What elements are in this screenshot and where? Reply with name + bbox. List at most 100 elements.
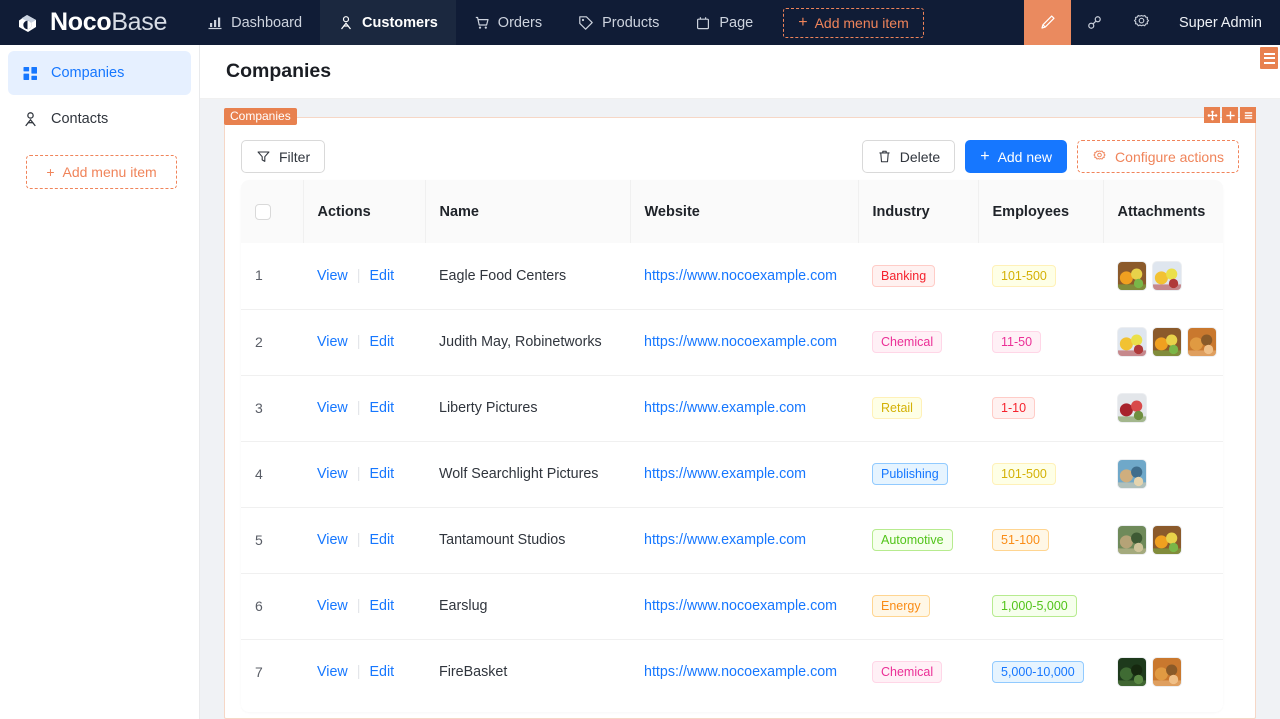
- edit-link[interactable]: Edit: [369, 598, 394, 614]
- cell-actions: View | Edit: [303, 507, 425, 574]
- cell-name: Judith May, Robinetworks: [425, 309, 630, 376]
- cell-website: https://www.example.com: [630, 507, 858, 574]
- cell-attachments: [1103, 375, 1223, 442]
- top-header: NocoBase Dashboard Customers Orders Prod…: [0, 0, 1280, 45]
- edit-link[interactable]: Edit: [369, 400, 394, 416]
- configure-actions-label: Configure actions: [1115, 148, 1224, 165]
- nav-item-customers[interactable]: Customers: [320, 0, 456, 45]
- attachment-list: [1117, 657, 1209, 688]
- cell-row-number: 2: [241, 309, 303, 376]
- table-row[interactable]: 5 View | Edit Tantamount Studios https://www.…: [241, 507, 1223, 574]
- add-menu-item-sidebar-button[interactable]: + Add menu item: [26, 155, 177, 189]
- table-row[interactable]: 2 View | Edit Judith May, Robinetworks https:…: [241, 309, 1223, 376]
- cell-row-number: 7: [255, 663, 263, 680]
- th-industry: Industry: [858, 180, 979, 243]
- plus-icon: +: [46, 164, 55, 180]
- plus-icon[interactable]: [1222, 107, 1238, 123]
- website-link[interactable]: https://www.nocoexample.com: [644, 664, 837, 680]
- attachment-thumbnail[interactable]: [1117, 260, 1147, 291]
- edit-link[interactable]: Edit: [369, 466, 394, 482]
- edit-link[interactable]: Edit: [369, 334, 394, 350]
- website-link[interactable]: https://www.example.com: [644, 466, 806, 482]
- view-link[interactable]: View: [317, 532, 348, 548]
- nav-item-orders[interactable]: Orders: [456, 0, 560, 45]
- website-link[interactable]: https://www.nocoexample.com: [644, 598, 837, 614]
- drag-move-icon[interactable]: [1204, 107, 1220, 123]
- industry-tag: Banking: [872, 264, 936, 287]
- attachment-thumbnail[interactable]: [1152, 327, 1182, 357]
- website-link[interactable]: https://www.example.com: [644, 400, 806, 416]
- user-menu[interactable]: Super Admin: [1165, 0, 1280, 45]
- ui-editor-pen-icon[interactable]: [1023, 0, 1071, 45]
- attachment-thumbnail[interactable]: [1117, 657, 1147, 688]
- cell-website: https://www.nocoexample.com: [630, 573, 858, 640]
- sidebar-item-companies[interactable]: Companies: [8, 51, 191, 95]
- attachment-thumbnail[interactable]: [1152, 657, 1182, 688]
- cell-attachments: [1103, 309, 1223, 376]
- attachment-thumbnail[interactable]: [1152, 525, 1182, 555]
- filter-button[interactable]: Filter: [241, 140, 326, 173]
- action-separator: |: [356, 532, 361, 548]
- employees-tag: 101-500: [992, 264, 1056, 287]
- table-row[interactable]: 3 View | Edit Liberty Pictures https://www.ex…: [241, 375, 1223, 442]
- main-content: Companies Companies Filter Delete + Add …: [200, 45, 1280, 719]
- website-link[interactable]: https://www.nocoexample.com: [644, 268, 837, 284]
- plus-icon: +: [798, 13, 808, 31]
- industry-tag: Publishing: [872, 463, 948, 485]
- cell-employees: 101-500: [978, 441, 1103, 508]
- attachment-list: [1117, 525, 1209, 555]
- page-designer-menu-icon[interactable]: [1260, 47, 1278, 69]
- view-link[interactable]: View: [317, 664, 348, 680]
- configure-actions-button[interactable]: Configure actions: [1077, 140, 1239, 173]
- attachment-thumbnail[interactable]: [1117, 459, 1147, 489]
- page-header: Companies: [200, 45, 1280, 99]
- menu-icon[interactable]: [1240, 107, 1256, 123]
- cell-website: https://www.example.com: [630, 441, 858, 508]
- attachment-thumbnail[interactable]: [1117, 525, 1147, 555]
- cell-industry: Automotive: [858, 507, 978, 574]
- layout-icon: [697, 16, 710, 29]
- view-link[interactable]: View: [317, 400, 348, 416]
- edit-link[interactable]: Edit: [369, 664, 394, 680]
- edit-link[interactable]: Edit: [369, 268, 394, 284]
- table-row[interactable]: 4 View | Edit Wolf Searchlight Pictures https…: [241, 441, 1223, 508]
- nav-item-dashboard[interactable]: Dashboard: [189, 0, 320, 45]
- view-link[interactable]: View: [317, 268, 348, 284]
- table-row[interactable]: 7 View | Edit FireBasket https://www.nocoexam…: [241, 639, 1223, 705]
- select-all-checkbox[interactable]: [255, 203, 271, 220]
- th-name: Name: [425, 180, 631, 243]
- attachment-thumbnail[interactable]: [1187, 327, 1217, 357]
- table-row[interactable]: 1 View | Edit Eagle Food Centers https://www.…: [241, 243, 1223, 310]
- sidebar: Companies Contacts + Add menu item: [0, 45, 200, 719]
- view-link[interactable]: View: [317, 466, 348, 482]
- gear-icon[interactable]: [1118, 0, 1165, 45]
- action-separator: |: [356, 400, 361, 416]
- website-link[interactable]: https://www.nocoexample.com: [644, 334, 837, 350]
- brand-logo[interactable]: NocoBase: [0, 0, 189, 45]
- website-link[interactable]: https://www.example.com: [644, 532, 806, 548]
- add-new-button[interactable]: + Add new: [965, 140, 1068, 173]
- nav-item-products[interactable]: Products: [560, 0, 677, 45]
- attachment-thumbnail[interactable]: [1117, 393, 1147, 423]
- nav-label: Customers: [362, 14, 438, 31]
- plugin-settings-icon[interactable]: [1071, 0, 1118, 45]
- block-label-tag: Companies: [224, 108, 297, 125]
- cell-attachments: [1103, 573, 1223, 640]
- table-body: 1 View | Edit Eagle Food Centers https://www.…: [241, 243, 1223, 705]
- cell-website: https://www.nocoexample.com: [630, 243, 858, 310]
- table-row[interactable]: 6 View | Edit Earslug https://www.nocoexample…: [241, 573, 1223, 640]
- nav-item-page[interactable]: Page: [677, 0, 771, 45]
- add-menu-item-header-button[interactable]: + Add menu item: [783, 7, 924, 38]
- view-link[interactable]: View: [317, 598, 348, 614]
- nav-label: Dashboard: [231, 14, 303, 31]
- user-group-icon: [25, 111, 36, 126]
- view-link[interactable]: View: [317, 334, 348, 350]
- cell-name: Wolf Searchlight Pictures: [425, 441, 630, 508]
- edit-link[interactable]: Edit: [369, 532, 394, 548]
- delete-button[interactable]: Delete: [861, 140, 956, 173]
- grid-blocks-icon: [23, 66, 37, 80]
- cell-industry: Chemical: [858, 639, 978, 705]
- sidebar-item-contacts[interactable]: Contacts: [8, 97, 191, 141]
- attachment-thumbnail[interactable]: [1152, 260, 1182, 291]
- attachment-thumbnail[interactable]: [1117, 327, 1147, 357]
